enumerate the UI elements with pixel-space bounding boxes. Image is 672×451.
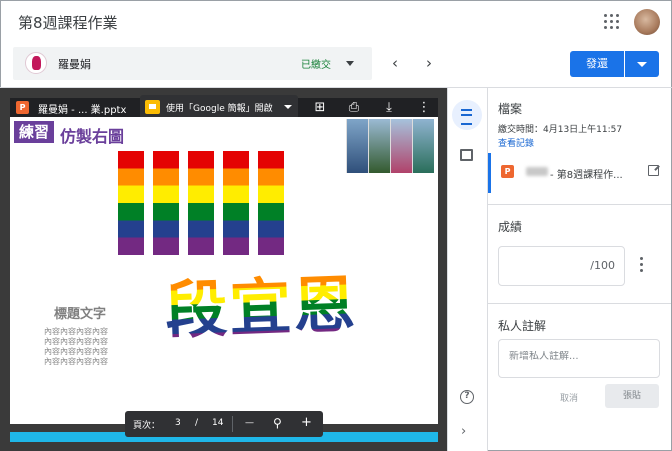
files-section-title: 檔案 [498,102,523,116]
grade-input[interactable]: /100 [498,246,625,286]
section-divider [488,204,671,205]
submission-time: 繳交時間：4月13日上午11:57 [498,125,623,135]
student-name: 羅曼娟 [58,58,91,71]
rainbow-stripes [118,151,286,255]
viewer-scrollbar[interactable] [438,88,447,451]
zoom-in-button[interactable]: + [301,415,312,430]
account-avatar[interactable] [634,9,660,35]
submission-status: 已繳交 [301,60,331,71]
more-options-icon[interactable]: ⋮ [416,100,432,116]
slide-heading: 仿製右圖 [60,127,125,146]
top-bar: 第8週課程作業 [0,0,672,42]
student-avatar [25,52,47,74]
page-label: 頁次： [133,421,161,431]
private-note-field[interactable] [498,339,660,378]
page-controls: 頁次： 3 / 14 — ⚲ + [125,411,323,437]
page-separator: / [195,418,199,428]
apps-grid-icon[interactable] [604,14,620,30]
redacted-name [526,167,548,176]
page-title: 第8週課程作業 [18,14,118,32]
pagebar-divider [232,416,233,432]
section-divider [488,303,671,304]
zoom-icon[interactable]: ⚲ [273,416,282,430]
cancel-button[interactable]: 取消 [560,391,578,404]
viewer-file-title: 羅曼娟 - ... 業.pptx [38,105,127,116]
attached-file-name: - 第8週課程作... [550,170,623,181]
chevron-down-icon[interactable] [346,61,354,66]
zoom-out-button[interactable]: — [245,418,254,428]
attached-file[interactable]: P - 第8週課程作... [488,153,671,193]
previous-student-button[interactable]: ‹ [388,55,402,71]
grade-more-icon[interactable] [640,257,644,273]
private-note-input[interactable] [509,351,649,362]
print-icon[interactable]: ⎙ [346,100,362,116]
rainbow-name-text: 段宜恩 [163,254,358,351]
slide-preview: 練習 仿製右圖 段宜恩 標題文字 內容內容內容內容 內容內容內容內容 內容內容內… [10,117,438,424]
sample-title: 標題文字 [54,307,107,322]
notes-section-title: 私人註解 [498,319,547,333]
view-history-link[interactable]: 查看記錄 [498,136,534,149]
return-button[interactable]: 發還 [570,51,624,77]
help-icon[interactable]: ? [460,390,474,404]
open-in-new-icon[interactable] [648,165,659,176]
selected-indicator [488,153,491,193]
next-student-button[interactable]: › [422,55,436,71]
reference-image [346,119,434,173]
sample-body: 內容內容內容內容 內容內容內容內容 內容內容內容內容 內容內容內容內容 [44,327,108,366]
comments-tab-icon[interactable] [460,149,473,161]
google-slides-icon [145,100,160,114]
expand-icon[interactable]: › [461,424,466,439]
slide-badge: 練習 [14,121,54,143]
student-selector[interactable]: 羅曼娟 已繳交 [13,47,372,80]
powerpoint-icon: P [501,165,514,178]
post-button[interactable]: 張貼 [605,384,659,408]
current-page[interactable]: 3 [175,418,181,428]
grade-denominator: /100 [590,259,615,272]
open-with-slides-button[interactable]: 使用「Google 簡報」開啟 [140,95,298,119]
add-to-drive-icon[interactable]: ⊞ [312,100,328,116]
return-options-button[interactable] [625,51,659,77]
grade-section-title: 成績 [498,220,523,234]
chevron-down-icon[interactable] [284,105,292,109]
open-with-label: 使用「Google 簡報」開啟 [166,104,273,114]
total-pages: 14 [212,418,224,428]
files-tab-icon[interactable] [452,100,482,130]
powerpoint-icon: P [16,101,29,114]
download-icon[interactable]: ⤓ [381,100,397,116]
